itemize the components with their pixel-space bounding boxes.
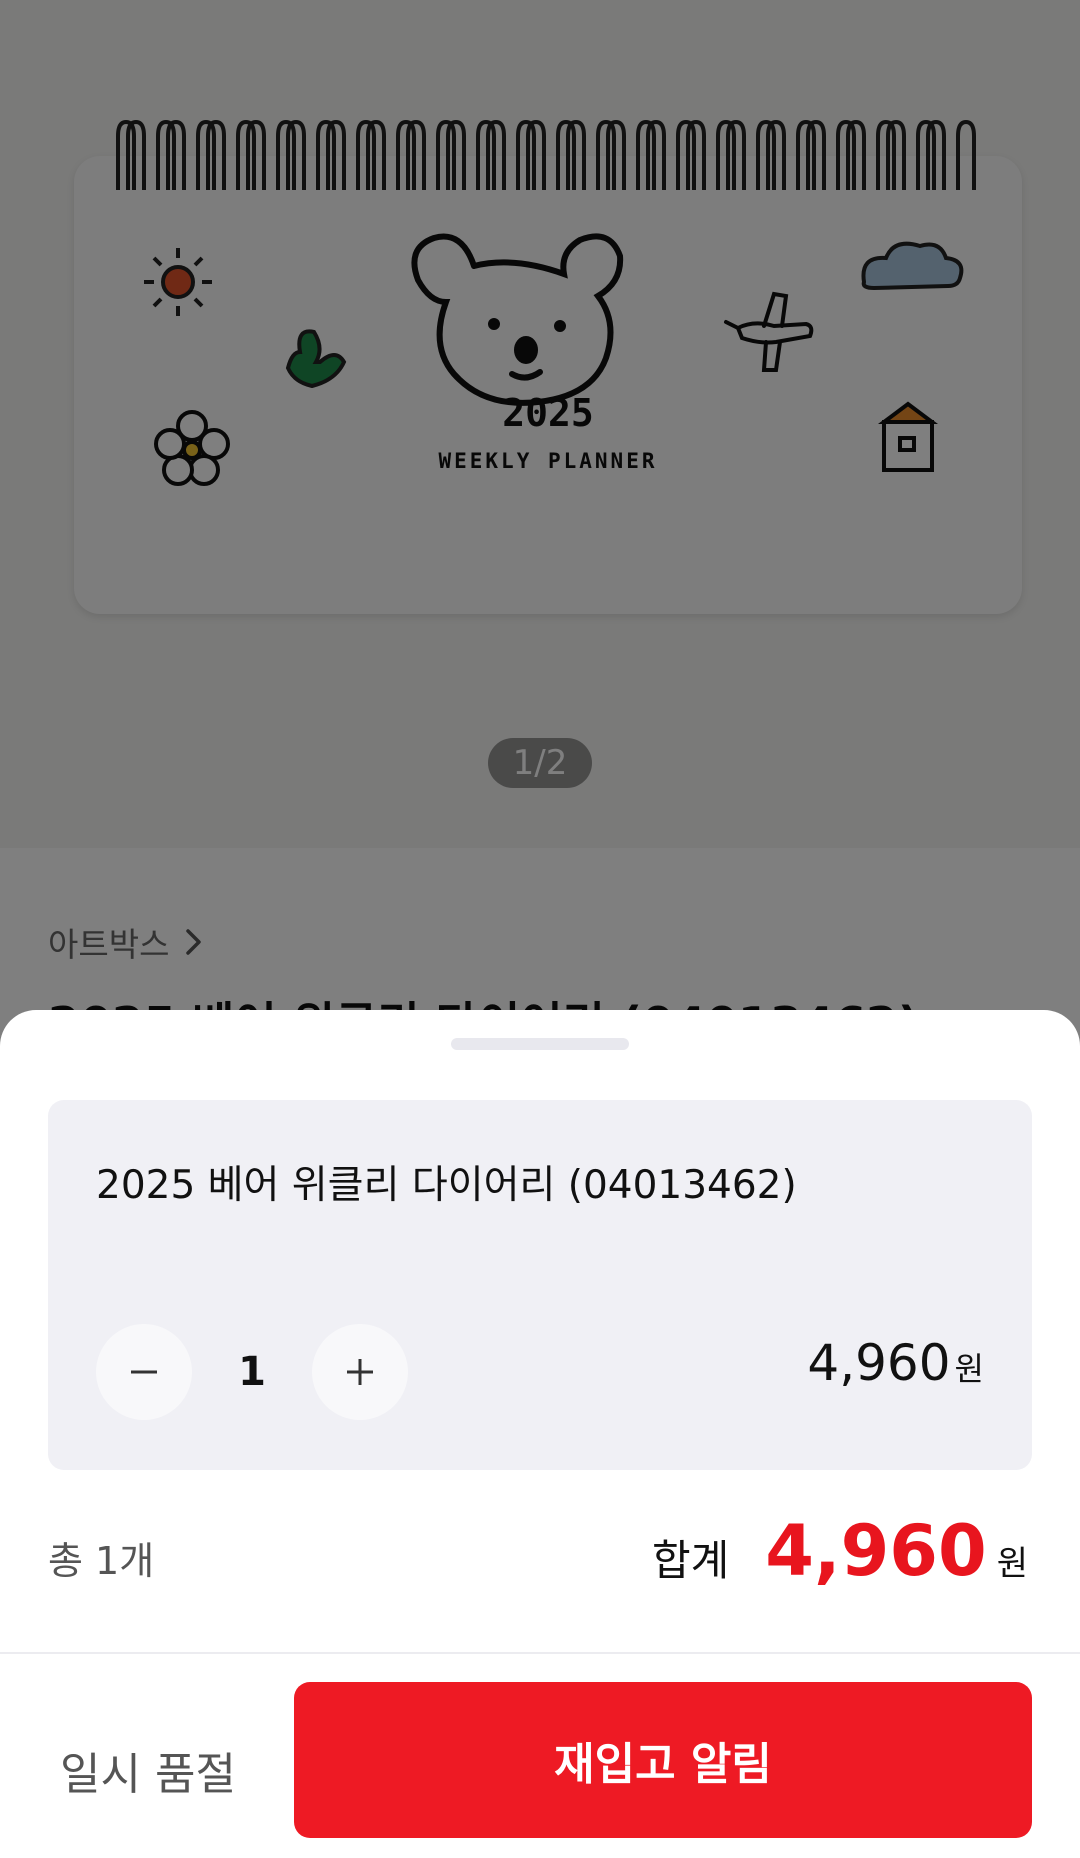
restock-alert-button[interactable]: 재입고 알림 [294, 1682, 1032, 1838]
total-unit: 원 [996, 1544, 1028, 1584]
plus-icon [347, 1359, 373, 1385]
option-name: 2025 베어 위클리 다이어리 (04013462) [96, 1163, 797, 1208]
sheet-drag-handle[interactable] [451, 1038, 629, 1050]
quantity-increase-button[interactable] [312, 1324, 408, 1420]
total-amount: 4,960 [765, 1510, 987, 1592]
purchase-bottom-sheet: 2025 베어 위클리 다이어리 (04013462) 1 4,960 원 총 … [0, 1010, 1080, 1858]
option-price-value: 4,960 [807, 1334, 951, 1392]
option-price-unit: 원 [954, 1350, 984, 1388]
quantity-value: 1 [238, 1349, 266, 1395]
total-label: 합계 [652, 1536, 730, 1585]
minus-icon [131, 1370, 157, 1374]
quantity-decrease-button[interactable] [96, 1324, 192, 1420]
selected-option-box: 2025 베어 위클리 다이어리 (04013462) 1 4,960 원 [48, 1100, 1032, 1470]
option-price: 4,960 원 [807, 1334, 984, 1414]
total-price-row: 합계 4,960 원 [652, 1510, 1028, 1592]
total-item-count: 총 1개 [48, 1539, 155, 1583]
sold-out-status: 일시 품절 [60, 1749, 236, 1800]
footer-divider [0, 1652, 1080, 1654]
